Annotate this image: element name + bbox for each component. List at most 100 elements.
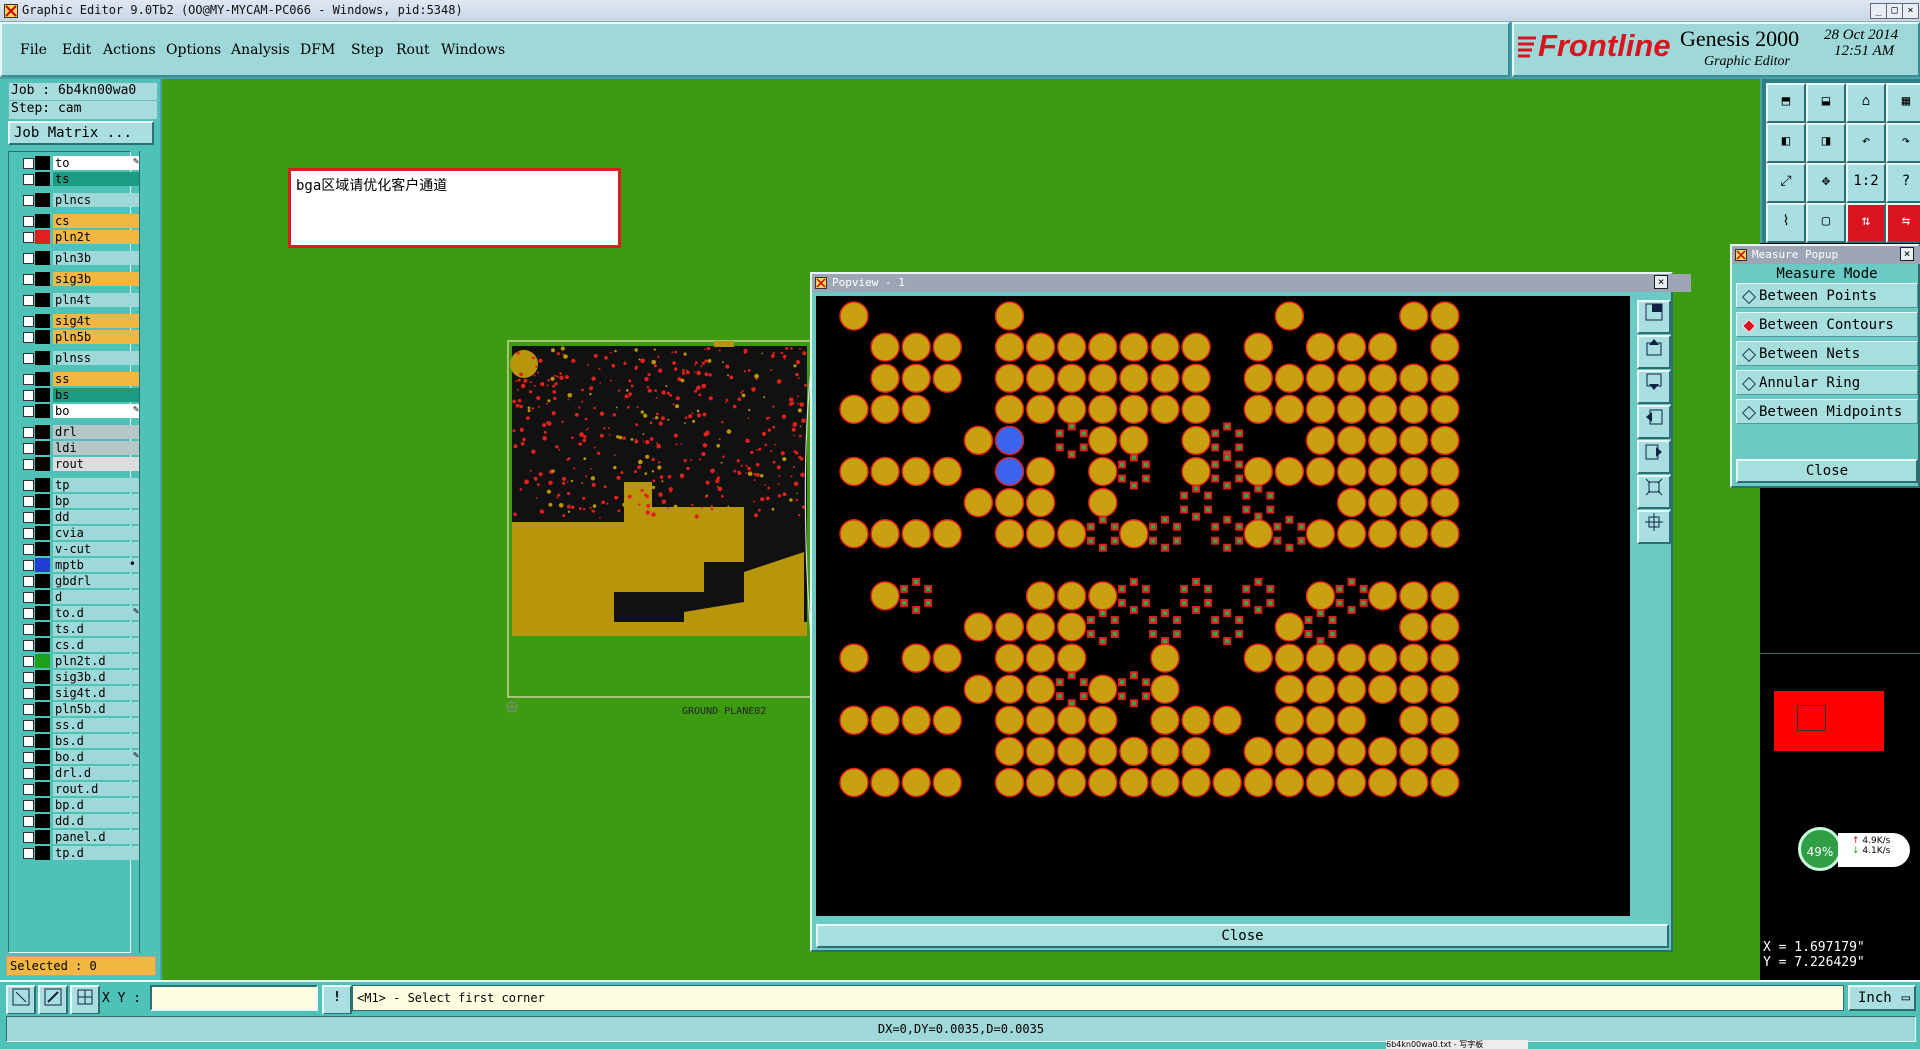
layer-checkbox[interactable] (23, 316, 34, 327)
mini-map[interactable] (1760, 653, 1920, 771)
note-box[interactable]: bga区域请优化客户通道 (288, 168, 621, 248)
layer-row-ss[interactable]: ss (20, 372, 147, 386)
home-button[interactable]: ⌂ (1846, 83, 1886, 123)
layer-color-swatch[interactable] (35, 782, 50, 796)
layer-row-bo[interactable]: bo ✎ (20, 404, 147, 418)
layer-checkbox[interactable] (23, 390, 34, 401)
layer-color-swatch[interactable] (35, 718, 50, 732)
layer-row-bo-d[interactable]: bo.d ✎ (20, 750, 147, 764)
layer-checkbox[interactable] (23, 752, 34, 763)
layer-checkbox[interactable] (23, 158, 34, 169)
scale-1to2-button[interactable]: 1:2 (1846, 163, 1886, 203)
layer-name[interactable]: tp.d (53, 846, 147, 860)
layer-row-bs[interactable]: bs (20, 388, 147, 402)
layer-row-ts[interactable]: ts (20, 172, 147, 186)
layer-checkbox[interactable] (23, 528, 34, 539)
layer-checkbox[interactable] (23, 704, 34, 715)
layer-color-swatch[interactable] (35, 622, 50, 636)
layer-name[interactable]: plncs (53, 193, 147, 207)
zoom-fit-button[interactable]: ⤢ (1766, 163, 1806, 203)
layer-checkbox[interactable] (23, 784, 34, 795)
layer-row-pln3b[interactable]: pln3b (20, 251, 147, 265)
layer-color-swatch[interactable] (35, 272, 50, 286)
fit-right-button[interactable]: ◨ (1806, 123, 1846, 163)
measure-option-between-contours[interactable]: Between Contours (1736, 312, 1918, 337)
layer-row-dd[interactable]: dd (20, 510, 147, 524)
layer-checkbox[interactable] (23, 800, 34, 811)
layer-color-swatch[interactable] (35, 457, 50, 471)
layer-color-swatch[interactable] (35, 814, 50, 828)
layer-checkbox[interactable] (23, 624, 34, 635)
layer-row-sig4t[interactable]: sig4t (20, 314, 147, 328)
layer-color-swatch[interactable] (35, 766, 50, 780)
layer-name[interactable]: dd (53, 510, 147, 524)
measure-option-between-points[interactable]: Between Points (1736, 283, 1918, 308)
layer-color-swatch[interactable] (35, 654, 50, 668)
layer-checkbox[interactable] (23, 688, 34, 699)
layer-row-bp-d[interactable]: bp.d (20, 798, 147, 812)
popview-close-icon[interactable]: × (1654, 275, 1668, 289)
layer-name[interactable]: pln2t (53, 230, 147, 244)
mini-map-viewport[interactable] (1797, 705, 1826, 731)
layer-name[interactable]: bs.d (53, 734, 147, 748)
popview-up-button[interactable] (1637, 335, 1671, 369)
layer-color-swatch[interactable] (35, 526, 50, 540)
layer-name[interactable]: bp (53, 494, 147, 508)
layer-checkbox[interactable] (23, 656, 34, 667)
layer-name[interactable]: cs.d (53, 638, 147, 652)
layer-checkbox[interactable] (23, 576, 34, 587)
layer-name[interactable]: ss.d (53, 718, 147, 732)
layer-color-swatch[interactable] (35, 494, 50, 508)
layer-row-plncs[interactable]: plncs (20, 193, 147, 207)
window-titlebar[interactable]: Graphic Editor 9.0Tb2 (OO@MY-MYCAM-PC066… (0, 0, 1920, 22)
layer-row-pln4t[interactable]: pln4t (20, 293, 147, 307)
layer-checkbox[interactable] (23, 608, 34, 619)
layer-color-swatch[interactable] (35, 830, 50, 844)
layer-color-swatch[interactable] (35, 574, 50, 588)
measure-close-button[interactable]: Close (1736, 459, 1918, 483)
layer-name[interactable]: panel.d (53, 830, 147, 844)
layer-checkbox[interactable] (23, 560, 34, 571)
layer-row-panel-d[interactable]: panel.d (20, 830, 147, 844)
layer-row-drl-d[interactable]: drl.d (20, 766, 147, 780)
zoom-home-button[interactable]: ⬒ (1766, 83, 1806, 123)
layer-row-to[interactable]: to ✎ (20, 156, 147, 170)
layer-row-pln5b[interactable]: pln5b (20, 330, 147, 344)
layer-color-swatch[interactable] (35, 734, 50, 748)
layer-checkbox[interactable] (23, 216, 34, 227)
layer-checkbox[interactable] (23, 353, 34, 364)
layer-name[interactable]: ts (53, 172, 147, 186)
layer-color-swatch[interactable] (35, 404, 50, 418)
layer-row-dd-d[interactable]: dd.d (20, 814, 147, 828)
menu-step[interactable]: Step (351, 42, 383, 58)
layer-row-to-d[interactable]: to.d ✎ (20, 606, 147, 620)
layer-checkbox[interactable] (23, 832, 34, 843)
layer-checkbox[interactable] (23, 174, 34, 185)
layer-scrollbar[interactable] (139, 151, 156, 953)
layer-checkbox[interactable] (23, 295, 34, 306)
layer-row-plnss[interactable]: plnss (20, 351, 147, 365)
alert-button[interactable]: ! (322, 985, 352, 1015)
units-selector[interactable]: Inch ▭ (1848, 985, 1916, 1011)
layer-name[interactable]: pln5b.d (53, 702, 147, 716)
layer-color-swatch[interactable] (35, 156, 50, 170)
popview-fit-button[interactable] (1637, 475, 1671, 509)
popview-window[interactable]: Popview - 1 × Close (810, 272, 1691, 952)
layer-color-swatch[interactable] (35, 293, 50, 307)
layer-name[interactable]: pln3b (53, 251, 147, 265)
layer-row-cs-d[interactable]: cs.d (20, 638, 147, 652)
layer-color-swatch[interactable] (35, 750, 50, 764)
layer-color-swatch[interactable] (35, 314, 50, 328)
layer-row-sig3b[interactable]: sig3b (20, 272, 147, 286)
grid-button[interactable]: ▦ (1886, 83, 1920, 123)
layer-name[interactable]: plnss (53, 351, 147, 365)
layer-up-button[interactable]: ⬓ (1806, 83, 1846, 123)
snap-button[interactable]: ⌇ (1766, 203, 1806, 243)
layer-name[interactable]: cvia (53, 526, 147, 540)
layer-row-sig4t-d[interactable]: sig4t.d (20, 686, 147, 700)
layer-row-pln2t-d[interactable]: pln2t.d (20, 654, 147, 668)
layer-row-drl[interactable]: drl (20, 425, 147, 439)
layer-color-swatch[interactable] (35, 172, 50, 186)
layer-color-swatch[interactable] (35, 702, 50, 716)
layer-name[interactable]: sig4t (53, 314, 147, 328)
